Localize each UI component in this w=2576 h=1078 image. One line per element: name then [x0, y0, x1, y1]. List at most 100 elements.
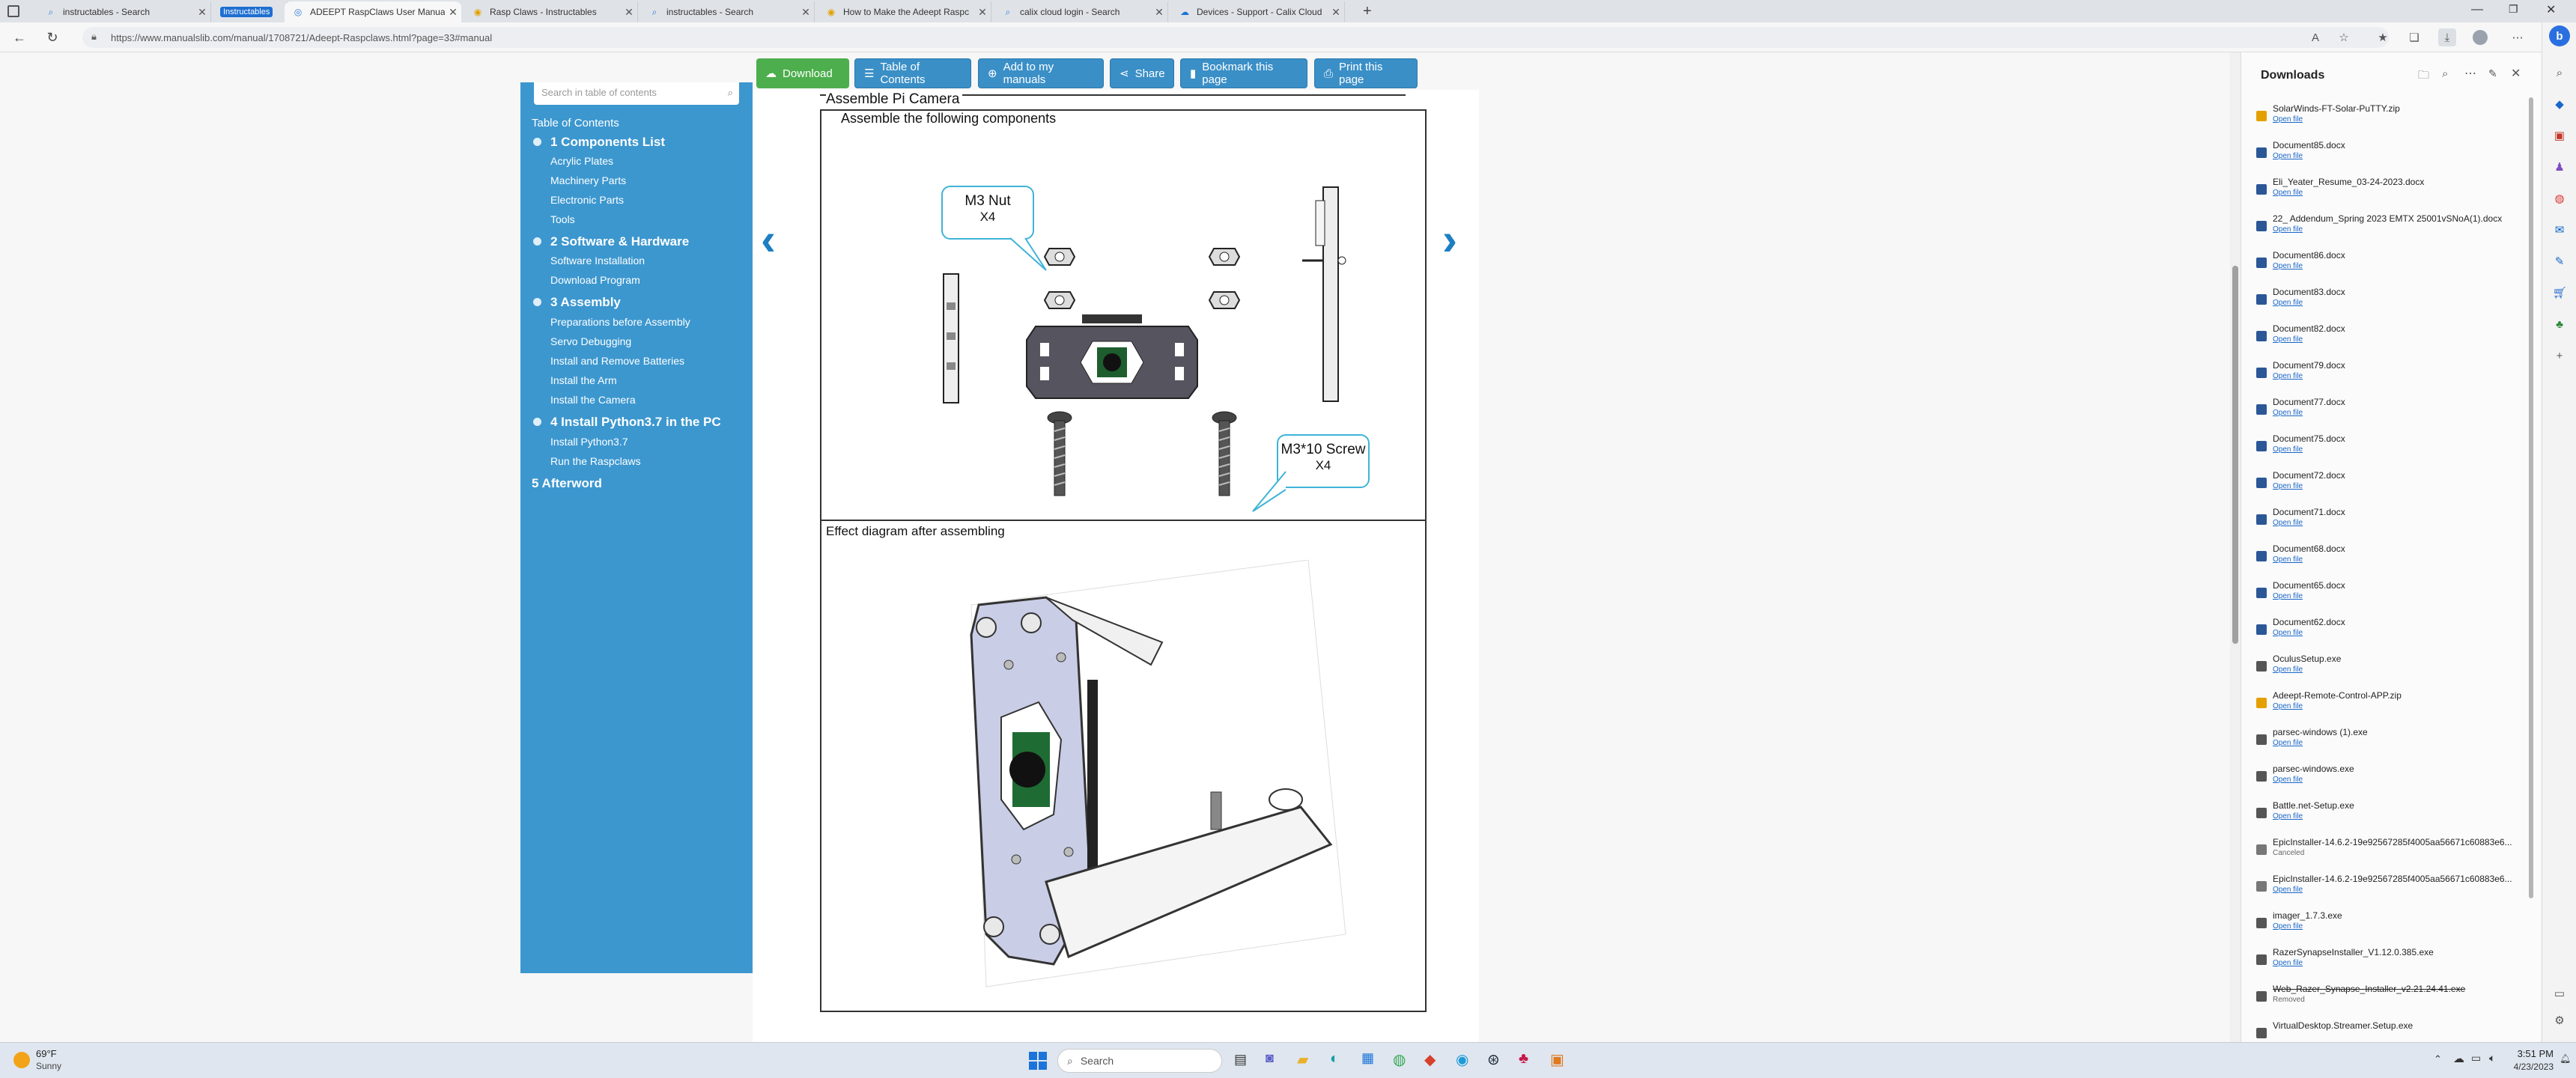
open-file-link[interactable]: Open file — [2273, 959, 2303, 967]
download-item[interactable]: Document85.docx Open file — [2256, 138, 2526, 171]
volume-icon[interactable]: 🔈︎ — [2489, 1052, 2495, 1065]
open-file-link[interactable]: Open file — [2273, 409, 2303, 417]
open-file-link[interactable]: Open file — [2273, 666, 2303, 674]
download-item[interactable]: EpicInstaller-14.6.2-19e92567285f4005aa5… — [2256, 872, 2526, 905]
notifications-icon[interactable]: 🔔︎ — [2560, 1053, 2571, 1064]
toc-link[interactable]: Machinery Parts — [550, 174, 626, 186]
open-file-link[interactable]: Open file — [2273, 335, 2303, 344]
open-file-link[interactable]: Open file — [2273, 299, 2303, 307]
close-window-button[interactable]: ✕ — [2546, 2, 2556, 17]
back-button[interactable]: ← — [10, 28, 28, 46]
search-icon[interactable]: ⌕ — [2442, 67, 2448, 80]
tab-4[interactable]: ◉ Rasp Claws - Instructables ✕ — [464, 1, 638, 22]
games-icon[interactable]: ♟ — [2551, 159, 2568, 175]
tab-3[interactable]: ◎ ADEEPT RaspClaws User Manual ✕ — [285, 1, 461, 22]
bing-chat-icon[interactable]: b — [2549, 25, 2570, 46]
outlook-icon[interactable]: ✉ — [2551, 222, 2568, 238]
open-file-link[interactable]: Open file — [2273, 629, 2303, 637]
tab-8[interactable]: ☁ Devices - Support - Calix Cloud ✕ — [1171, 1, 1345, 22]
scrollbar-thumb[interactable] — [2232, 266, 2238, 644]
add-icon[interactable]: + — [2551, 347, 2568, 364]
download-item[interactable]: Eli_Yeater_Resume_03-24-2023.docx Open fi… — [2256, 175, 2526, 208]
toc-chapter-5[interactable]: 5 Afterword — [532, 476, 602, 491]
cart-icon[interactable]: 🛒︎ — [2551, 284, 2568, 301]
open-file-link[interactable]: Open file — [2273, 225, 2303, 234]
clock-time[interactable]: 3:51 PM — [2509, 1048, 2554, 1059]
open-file-link[interactable]: Open file — [2273, 739, 2303, 747]
tab-5[interactable]: ⌕ instructables - Search ✕ — [641, 1, 815, 22]
tree-icon[interactable]: ♣ — [2551, 316, 2568, 332]
tools-icon[interactable]: ▣ — [2551, 127, 2568, 144]
download-item[interactable]: Web_Razer_Synapse_Installer_v2.21.24.41.… — [2256, 982, 2526, 1015]
weather-sun-icon[interactable] — [13, 1052, 30, 1068]
profile-avatar[interactable] — [2471, 28, 2489, 46]
download-item[interactable]: Document77.docx Open file — [2256, 395, 2526, 428]
search-icon[interactable]: ⌕ — [2551, 64, 2568, 81]
download-item[interactable]: EpicInstaller-14.6.2-19e92567285f4005aa5… — [2256, 835, 2526, 868]
download-item[interactable]: RazerSynapseInstaller_V1.12.0.385.exe Ope… — [2256, 945, 2526, 978]
download-item[interactable]: imager_1.7.3.exe Open file — [2256, 909, 2526, 942]
tab-2[interactable]: Instructables — [213, 1, 288, 22]
toc-link[interactable]: Electronic Parts — [550, 194, 624, 206]
tab-actions-icon[interactable] — [7, 5, 19, 17]
raspberry-icon[interactable]: ♣ — [1519, 1050, 1528, 1068]
store-icon[interactable]: ▦ — [1361, 1050, 1374, 1066]
download-item[interactable]: Document86.docx Open file — [2256, 249, 2526, 281]
tab-6[interactable]: ◉ How to Make the Adeept Raspc ✕ — [818, 1, 991, 22]
bookmark-button[interactable]: ▮ Bookmark this page — [1180, 58, 1307, 88]
open-folder-icon[interactable]: 🗀︎ — [2418, 67, 2429, 86]
close-icon[interactable]: ✕ — [974, 6, 991, 19]
refresh-button[interactable]: ↻ — [43, 28, 61, 46]
toc-chapter-3[interactable]: 3 Assembly — [533, 295, 621, 310]
chrome-icon[interactable]: ◍ — [1393, 1050, 1406, 1069]
tab-7[interactable]: ⌕ calix cloud login - Search ✕ — [994, 1, 1168, 22]
toc-link[interactable]: Download Program — [550, 274, 640, 286]
app-icon-red[interactable]: ◆ — [1424, 1050, 1436, 1069]
open-file-link[interactable]: Open file — [2273, 152, 2303, 160]
download-item[interactable]: Document83.docx Open file — [2256, 285, 2526, 318]
close-icon[interactable]: ✕ — [798, 6, 814, 19]
app-icon-orange[interactable]: ▣ — [1550, 1050, 1564, 1069]
toc-link[interactable]: Install the Camera — [550, 394, 636, 406]
download-item[interactable]: Battle.net-Setup.exe Open file — [2256, 799, 2526, 832]
close-icon[interactable]: ✕ — [621, 6, 637, 19]
toc-link[interactable]: Install Python3.7 — [550, 436, 628, 448]
start-icon[interactable] — [1029, 1052, 1047, 1070]
download-item[interactable]: parsec-windows.exe Open file — [2256, 762, 2526, 795]
downloads-scrollbar[interactable] — [2529, 97, 2533, 898]
taskbar-search[interactable]: ⌕ Search — [1057, 1049, 1222, 1073]
toc-link[interactable]: Run the Raspclaws — [550, 455, 641, 467]
previous-page-arrow[interactable]: ‹ — [761, 213, 776, 265]
tray-chevron-icon[interactable]: ⌃ — [2434, 1053, 2442, 1065]
settings-icon[interactable]: ⚙ — [2551, 1012, 2568, 1029]
download-item[interactable]: Document62.docx Open file — [2256, 615, 2526, 648]
download-item[interactable]: Document75.docx Open file — [2256, 432, 2526, 465]
toc-link[interactable]: Software Installation — [550, 255, 645, 267]
open-file-link[interactable]: Open file — [2273, 702, 2303, 710]
toc-link[interactable]: Acrylic Plates — [550, 155, 613, 167]
open-file-link[interactable]: Open file — [2273, 189, 2303, 197]
toc-link[interactable]: Preparations before Assembly — [550, 316, 690, 328]
more-options-icon[interactable]: ⋯ — [2464, 66, 2476, 81]
download-button[interactable]: ☁ Download — [756, 58, 849, 88]
clock-date[interactable]: 4/23/2023 — [2506, 1062, 2554, 1072]
pin-icon[interactable]: ✎ — [2488, 67, 2497, 80]
onedrive-icon[interactable]: ☁ — [2453, 1052, 2464, 1065]
open-file-link[interactable]: Open file — [2273, 592, 2303, 600]
collections-icon[interactable]: ❏ — [2405, 28, 2423, 46]
toc-link[interactable]: Tools — [550, 213, 575, 225]
download-item[interactable]: Document65.docx Open file — [2256, 579, 2526, 612]
toc-chapter-1[interactable]: 1 Components List — [532, 135, 665, 150]
page-scrollbar[interactable] — [2230, 52, 2241, 1042]
favorite-add-icon[interactable]: ☆ — [2335, 28, 2353, 46]
download-item[interactable]: OculusSetup.exe Open file — [2256, 652, 2526, 685]
download-item[interactable]: 22_ Addendum_Spring 2023 EMTX 25001vSNoA… — [2256, 212, 2526, 245]
more-menu-icon[interactable]: ⋯ — [2509, 28, 2527, 46]
file-explorer-icon[interactable]: ▰ — [1297, 1050, 1308, 1069]
download-item[interactable]: Document82.docx Open file — [2256, 322, 2526, 355]
table-of-contents-button[interactable]: ☰ Table of Contents — [854, 58, 971, 88]
steam-icon[interactable]: ⊛ — [1487, 1050, 1500, 1069]
open-file-link[interactable]: Open file — [2273, 886, 2303, 894]
microsoft365-icon[interactable]: ◍ — [2551, 190, 2568, 207]
open-file-link[interactable]: Open file — [2273, 445, 2303, 454]
